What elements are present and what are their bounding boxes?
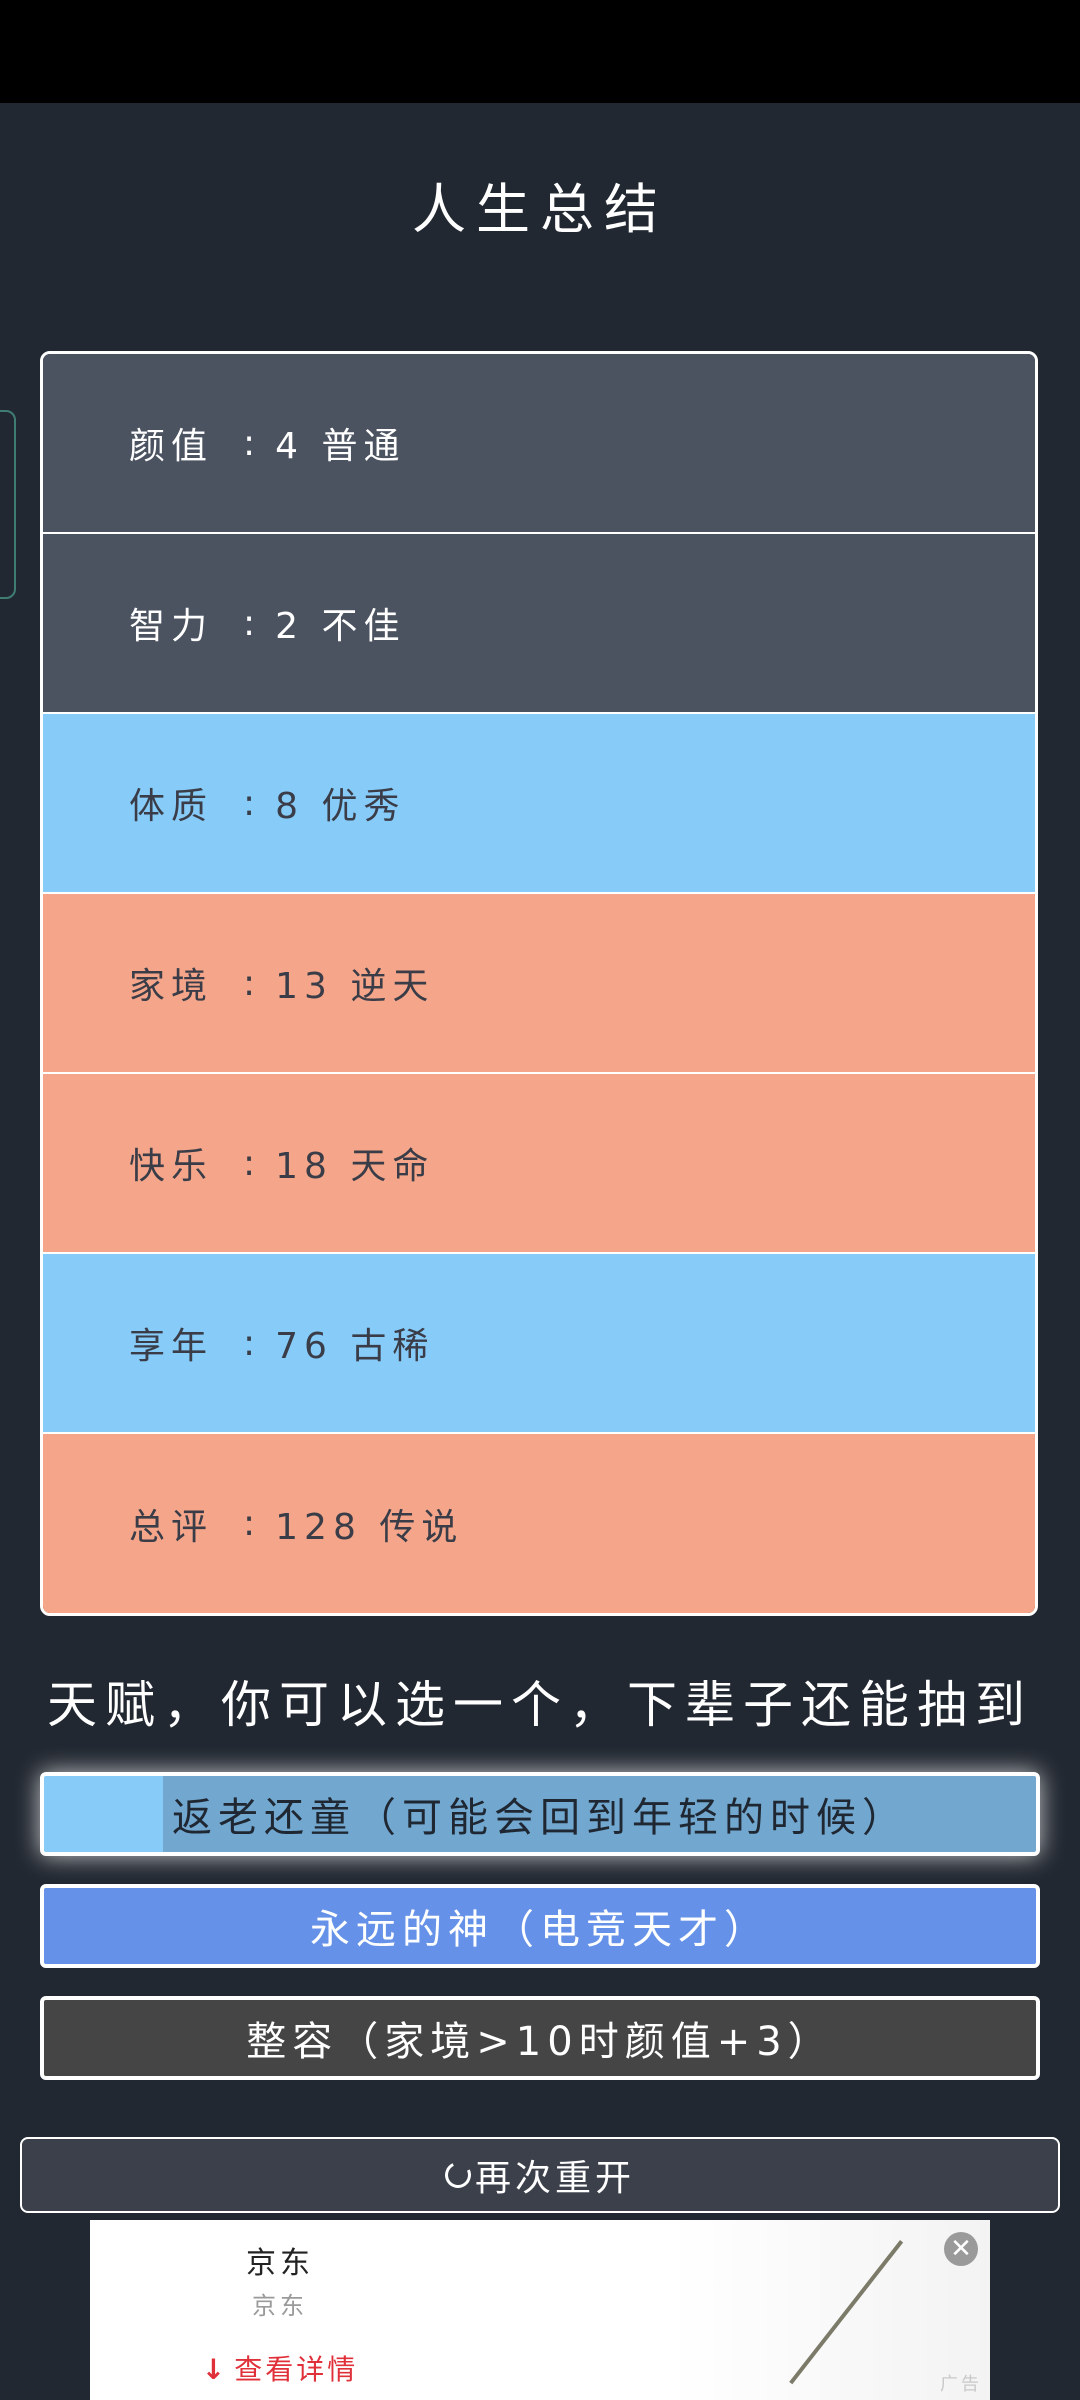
summary-row-value: 18 天命: [275, 1146, 435, 1187]
summary-row-value: 2 不佳: [275, 606, 406, 647]
ad-details-link[interactable]: ↓ 查看详情: [90, 2348, 470, 2388]
summary-row-intelligence: 智力:2 不佳: [43, 534, 1035, 714]
summary-row-label: 智力: [129, 606, 214, 647]
ad-title: 京东: [246, 2246, 314, 2281]
side-drawer-handle[interactable]: [0, 410, 16, 599]
summary-row-value: 8 优秀: [275, 786, 406, 827]
restart-label: 再次重开: [474, 2158, 635, 2199]
summary-row-label: 颜值: [129, 426, 214, 467]
summary-row-label: 总评: [129, 1506, 214, 1548]
summary-row-appearance: 颜值:4 普通: [43, 354, 1035, 534]
summary-row-value: 76 古稀: [275, 1326, 435, 1367]
ad-subtitle: 京东: [252, 2292, 308, 2320]
summary-row-value: 13 逆天: [275, 966, 435, 1007]
summary-row-label: 家境: [129, 966, 214, 1007]
summary-row-happiness: 快乐:18 天命: [43, 1074, 1035, 1254]
ad-banner[interactable]: 京东 京东 ↓ 查看详情 ✕ 广告: [90, 2220, 990, 2400]
talent-option-esports[interactable]: 永远的神（电竞天才）: [40, 1884, 1040, 1968]
summary-row-label: 享年: [129, 1326, 214, 1367]
refresh-icon: [441, 2158, 475, 2192]
summary-row-label: 体质: [129, 786, 214, 827]
summary-row-label: 快乐: [129, 1146, 214, 1187]
ad-label: 广告: [940, 2374, 982, 2395]
summary-row-family: 家境:13 逆天: [43, 894, 1035, 1074]
talent-option-cosmetic-surgery[interactable]: 整容（家境>10时颜值+3）: [40, 1996, 1040, 2080]
status-bar: [0, 0, 1080, 103]
page-title: 人生总结: [412, 178, 668, 241]
restart-button[interactable]: 再次重开: [20, 2137, 1060, 2213]
summary-row-lifespan: 享年:76 古稀: [43, 1254, 1035, 1434]
summary-row-value: 4 普通: [275, 426, 406, 467]
ad-cta-label: 查看详情: [234, 2353, 359, 2386]
close-icon[interactable]: ✕: [944, 2232, 978, 2266]
summary-table: 颜值:4 普通 智力:2 不佳 体质:8 优秀 家境:13 逆天 快乐:18 天…: [40, 351, 1038, 1616]
download-arrow-icon: ↓: [201, 2353, 229, 2386]
summary-row-value: 128 传说: [275, 1506, 464, 1548]
talent-heading: 天赋，你可以选一个，下辈子还能抽到: [47, 1676, 1033, 1734]
talent-option-rejuvenate[interactable]: 返老还童（可能会回到年轻的时候）: [40, 1772, 1040, 1856]
summary-row-physique: 体质:8 优秀: [43, 714, 1035, 894]
summary-row-overall: 总评:128 传说: [43, 1434, 1035, 1613]
